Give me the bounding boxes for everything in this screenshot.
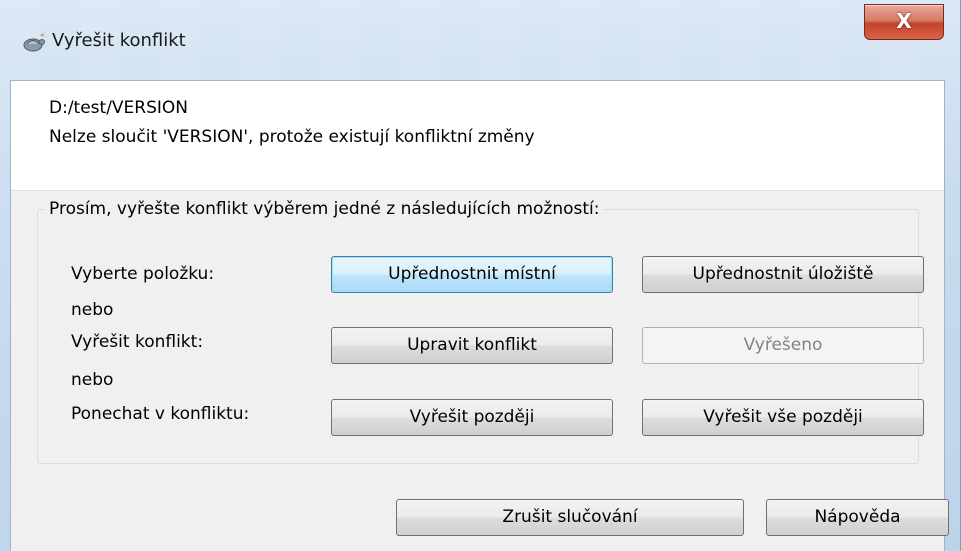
window-title: Vyřešit konflikt xyxy=(52,30,186,51)
help-button[interactable]: Nápověda xyxy=(766,499,949,536)
close-icon: X xyxy=(896,9,912,33)
resolve-conflict-label: Vyřešit konflikt: xyxy=(71,332,204,352)
dialog-client-area: D:/test/VERSION Nelze sloučit 'VERSION',… xyxy=(10,80,949,551)
abort-merge-button[interactable]: Zrušit slučování xyxy=(396,499,744,536)
close-button[interactable]: X xyxy=(864,4,944,40)
info-panel: D:/test/VERSION Nelze sloučit 'VERSION',… xyxy=(11,81,944,191)
options-group-title: Prosím, vyřešte konflikt výběrem jedné z… xyxy=(45,199,604,219)
resolve-conflict-dialog: Vyřešit konflikt X D:/test/VERSION Nelze… xyxy=(0,0,961,551)
conflict-message: Nelze sloučit 'VERSION', protože existuj… xyxy=(49,127,535,147)
resolve-all-later-button[interactable]: Vyřešit vše později xyxy=(642,399,924,436)
resolve-later-button[interactable]: Vyřešit později xyxy=(331,399,613,436)
resolved-button[interactable]: Vyřešeno xyxy=(642,327,924,364)
select-item-label: Vyberte položku: xyxy=(71,264,215,284)
title-bar[interactable]: Vyřešit konflikt X xyxy=(0,0,961,80)
edit-conflict-button[interactable]: Upravit konflikt xyxy=(331,327,613,364)
file-path: D:/test/VERSION xyxy=(49,98,189,118)
prefer-repository-button[interactable]: Upřednostnit úložiště xyxy=(642,256,924,293)
tortoisegit-icon xyxy=(23,33,45,52)
or-label: nebo xyxy=(71,300,114,320)
or-label: nebo xyxy=(71,370,114,390)
prefer-local-button[interactable]: Upřednostnit místní xyxy=(331,256,613,293)
leave-in-conflict-label: Ponechat v konfliktu: xyxy=(71,404,250,424)
